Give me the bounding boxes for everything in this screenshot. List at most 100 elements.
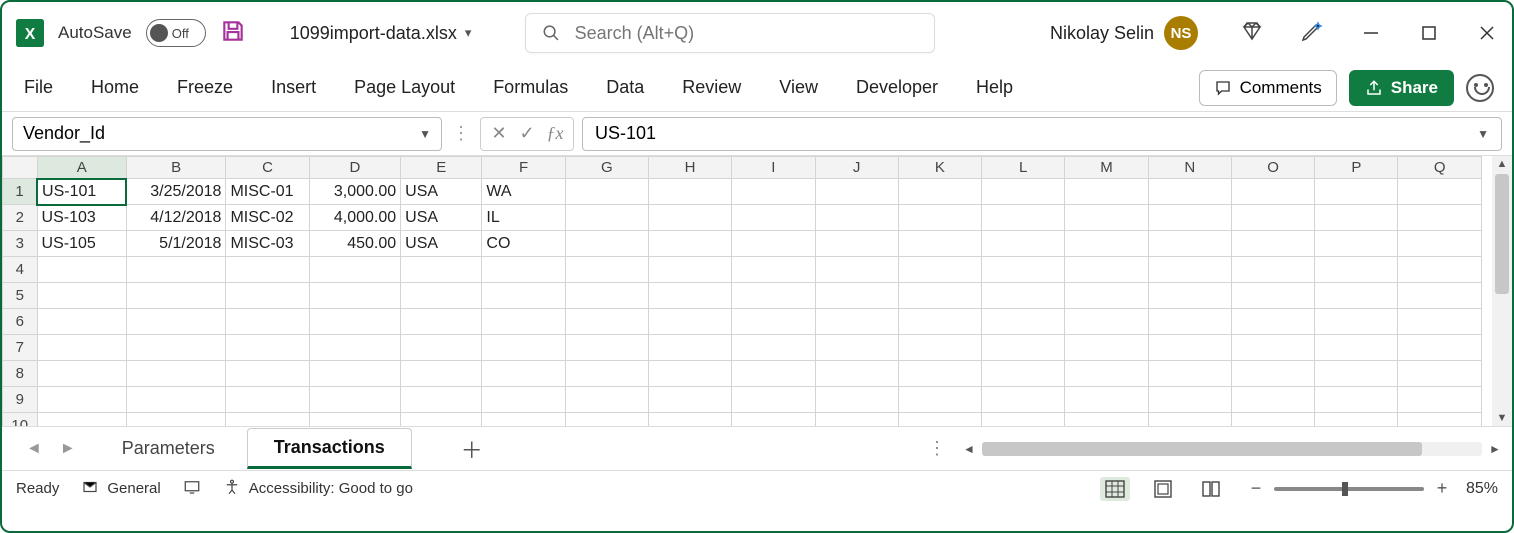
cell[interactable] (815, 257, 898, 283)
cell[interactable]: IL (482, 205, 565, 231)
cell[interactable] (126, 361, 226, 387)
filename[interactable]: 1099import-data.xlsx ▾ (290, 23, 472, 44)
ribbon-tab-data[interactable]: Data (602, 73, 648, 102)
cell[interactable] (1148, 309, 1231, 335)
cell[interactable] (648, 387, 731, 413)
formula-input[interactable] (595, 123, 1477, 144)
cell[interactable] (401, 335, 482, 361)
cell[interactable] (1065, 205, 1148, 231)
cell[interactable] (1315, 335, 1398, 361)
row-header[interactable]: 7 (3, 335, 38, 361)
cell[interactable] (815, 361, 898, 387)
cell[interactable] (732, 283, 815, 309)
col-header[interactable]: J (815, 157, 898, 179)
cell[interactable] (565, 387, 648, 413)
scroll-up-icon[interactable]: ▲ (1497, 158, 1508, 170)
row-header[interactable]: 4 (3, 257, 38, 283)
cell[interactable] (126, 309, 226, 335)
row-header[interactable]: 10 (3, 413, 38, 427)
cell[interactable] (565, 205, 648, 231)
ribbon-tab-developer[interactable]: Developer (852, 73, 942, 102)
cell[interactable] (1148, 179, 1231, 205)
user-account[interactable]: Nikolay Selin NS (1050, 16, 1198, 50)
cell[interactable] (482, 413, 565, 427)
cell[interactable] (1148, 205, 1231, 231)
cell[interactable] (732, 309, 815, 335)
cell[interactable] (401, 361, 482, 387)
cell[interactable] (898, 387, 981, 413)
cell[interactable] (1315, 179, 1398, 205)
col-header[interactable]: G (565, 157, 648, 179)
tabs-menu-icon[interactable]: ⋮ (918, 438, 956, 459)
row-header[interactable]: 9 (3, 387, 38, 413)
cell[interactable] (982, 205, 1065, 231)
sheet-tab-transactions[interactable]: Transactions (247, 428, 412, 469)
cell[interactable] (1398, 335, 1482, 361)
cell[interactable] (226, 361, 309, 387)
cell[interactable] (1148, 335, 1231, 361)
col-header[interactable]: N (1148, 157, 1231, 179)
cell[interactable] (732, 257, 815, 283)
col-header[interactable]: K (898, 157, 981, 179)
cell[interactable] (401, 413, 482, 427)
cell[interactable] (648, 335, 731, 361)
cell[interactable] (815, 283, 898, 309)
zoom-in-button[interactable]: + (1434, 478, 1450, 499)
cell[interactable]: CO (482, 231, 565, 257)
cell[interactable] (565, 335, 648, 361)
cell[interactable] (309, 387, 400, 413)
cell[interactable] (898, 309, 981, 335)
cell[interactable] (309, 283, 400, 309)
cell[interactable] (1315, 309, 1398, 335)
cell[interactable] (226, 309, 309, 335)
ribbon-tab-page-layout[interactable]: Page Layout (350, 73, 459, 102)
col-header[interactable]: O (1231, 157, 1314, 179)
cell[interactable] (982, 413, 1065, 427)
cell[interactable] (126, 413, 226, 427)
cell[interactable] (126, 283, 226, 309)
cell[interactable] (126, 257, 226, 283)
cell[interactable] (482, 309, 565, 335)
cell[interactable] (565, 179, 648, 205)
status-accessibility[interactable]: Accessibility: Good to go (223, 478, 413, 500)
cell[interactable] (401, 387, 482, 413)
cell[interactable] (732, 413, 815, 427)
window-close-icon[interactable] (1476, 22, 1498, 44)
autosave-toggle[interactable]: Off (146, 19, 206, 47)
cell[interactable] (982, 387, 1065, 413)
cell[interactable] (1065, 413, 1148, 427)
cell[interactable] (815, 335, 898, 361)
cell[interactable] (898, 205, 981, 231)
name-box-input[interactable] (23, 123, 419, 144)
cell[interactable] (732, 205, 815, 231)
cell[interactable] (1315, 231, 1398, 257)
ribbon-tab-view[interactable]: View (775, 73, 822, 102)
col-header[interactable]: C (226, 157, 309, 179)
cell[interactable] (1148, 387, 1231, 413)
cell[interactable] (565, 309, 648, 335)
cell[interactable] (1398, 231, 1482, 257)
col-header[interactable]: P (1315, 157, 1398, 179)
zoom-slider-thumb[interactable] (1342, 482, 1348, 496)
search-box[interactable] (525, 13, 935, 53)
window-minimize-icon[interactable] (1360, 22, 1382, 44)
cell[interactable]: MISC-01 (226, 179, 309, 205)
cell[interactable] (226, 387, 309, 413)
scroll-left-icon[interactable]: ◄ (962, 442, 976, 456)
select-all-corner[interactable] (3, 157, 38, 179)
zoom-percent[interactable]: 85% (1466, 480, 1498, 498)
cell[interactable] (1398, 413, 1482, 427)
cell[interactable] (648, 231, 731, 257)
cell[interactable] (648, 205, 731, 231)
cell[interactable] (1148, 257, 1231, 283)
cell[interactable] (482, 387, 565, 413)
ribbon-tab-file[interactable]: File (20, 73, 57, 102)
cell[interactable] (815, 231, 898, 257)
col-header[interactable]: I (732, 157, 815, 179)
cell[interactable]: 3,000.00 (309, 179, 400, 205)
view-normal-icon[interactable] (1100, 477, 1130, 501)
sheet-tab-parameters[interactable]: Parameters (96, 430, 241, 467)
vertical-scrollbar[interactable]: ▲ ▼ (1492, 156, 1512, 426)
cell[interactable] (226, 335, 309, 361)
cell[interactable] (482, 257, 565, 283)
